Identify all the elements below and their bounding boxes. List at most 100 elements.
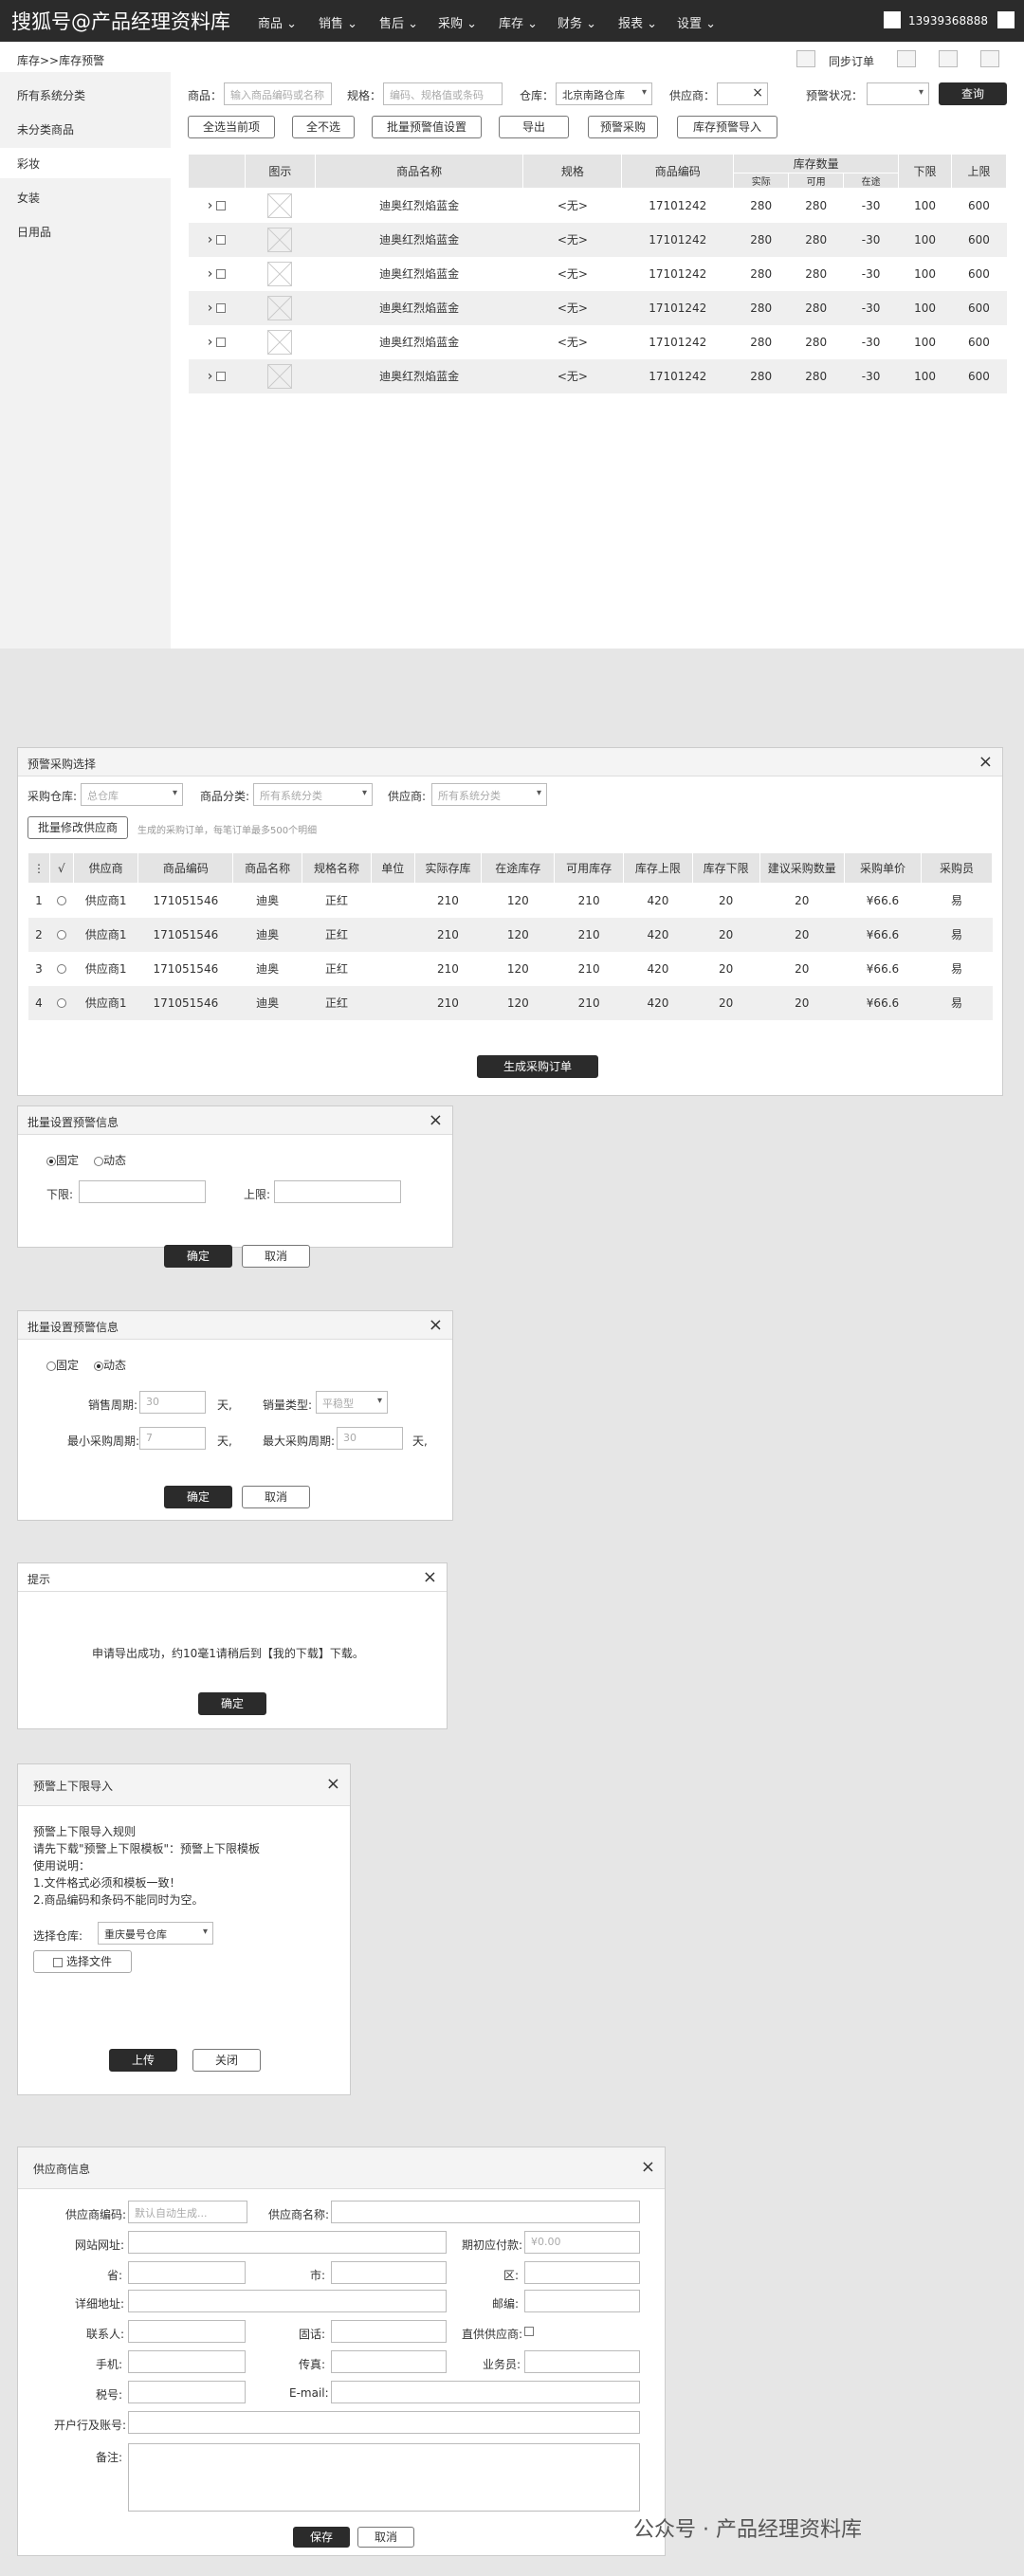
nav-goods[interactable]: 商品 ⌄ — [258, 13, 297, 31]
sidebar-item-womens[interactable]: 女装 — [17, 190, 40, 206]
batch-supplier-button[interactable]: 批量修改供应商 — [27, 816, 128, 839]
sales-type-select[interactable]: 平稳型 — [316, 1391, 388, 1414]
radio-checked[interactable] — [94, 1361, 103, 1371]
cancel-button[interactable]: 取消 — [357, 2527, 414, 2548]
radio-checked[interactable] — [46, 1156, 56, 1166]
user-menu-icon[interactable] — [997, 11, 1015, 28]
choose-file-button[interactable]: 选择文件 — [33, 1950, 132, 1973]
sidebar-item-makeup[interactable]: 彩妆 — [17, 155, 40, 172]
nav-reports[interactable]: 报表 ⌄ — [618, 13, 657, 31]
spec-input[interactable]: 编码、规格值或条码 — [383, 82, 503, 105]
batch-warn-button[interactable]: 批量预警值设置 — [372, 116, 482, 138]
remark-textarea[interactable] — [128, 2443, 640, 2512]
contact-input[interactable] — [128, 2320, 246, 2343]
row-checkbox[interactable] — [216, 269, 227, 279]
generate-order-button[interactable]: 生成采购订单 — [477, 1055, 598, 1078]
sidebar-item-all[interactable]: 所有系统分类 — [17, 87, 85, 103]
table-row[interactable]: › 迪奥红烈焰蓝金 <无> 17101242 280 280 -30 100 600 — [188, 324, 1007, 359]
nav-purchase[interactable]: 采购 ⌄ — [438, 13, 477, 31]
nav-settings[interactable]: 设置 ⌄ — [677, 13, 716, 31]
export-button[interactable]: 导出 — [499, 116, 569, 138]
toolbar-icon[interactable] — [897, 50, 916, 67]
city-input[interactable] — [331, 2261, 447, 2284]
zip-input[interactable] — [524, 2290, 640, 2312]
chevron-right-icon[interactable]: › — [208, 301, 213, 316]
table-row[interactable]: 1 供应商1 171051546 迪奥 正红 210 120 210 420 20 20 ¥66.6… — [27, 883, 993, 918]
name-input[interactable] — [331, 2201, 640, 2223]
clear-icon[interactable]: × — [752, 85, 763, 100]
close-icon[interactable]: × — [429, 1110, 443, 1130]
warehouse-select[interactable]: 北京南路仓库 — [556, 82, 652, 105]
supplier-input[interactable]: × — [717, 82, 768, 105]
email-input[interactable] — [331, 2381, 640, 2403]
table-row[interactable]: › 迪奥红烈焰蓝金 <无> 17101242 280 280 -30 100 600 — [188, 188, 1007, 223]
district-input[interactable] — [524, 2261, 640, 2284]
import-warehouse-select[interactable]: 重庆曼号仓库 — [98, 1922, 213, 1945]
table-row[interactable]: › 迪奥红烈焰蓝金 <无> 17101242 280 280 -30 100 600 — [188, 358, 1007, 393]
chevron-right-icon[interactable]: › — [208, 369, 213, 384]
direct-supplier-checkbox[interactable] — [524, 2324, 534, 2337]
lower-input[interactable] — [79, 1180, 206, 1203]
select-all-button[interactable]: 全选当前项 — [188, 116, 275, 138]
close-icon[interactable]: × — [641, 2157, 655, 2177]
fax-input[interactable] — [331, 2350, 447, 2373]
code-input[interactable]: 默认自动生成... — [128, 2201, 247, 2223]
row-radio[interactable] — [56, 964, 66, 974]
max-period-input[interactable]: 30 — [337, 1427, 403, 1450]
row-checkbox[interactable] — [216, 235, 227, 245]
row-radio[interactable] — [56, 896, 66, 906]
sync-orders-label[interactable]: 同步订单 — [829, 53, 874, 69]
province-input[interactable] — [128, 2261, 246, 2284]
table-row[interactable]: 3 供应商1 171051546 迪奥 正红 210 120 210 420 20 20 ¥66.6… — [27, 951, 993, 986]
sidebar-item-uncategorized[interactable]: 未分类商品 — [17, 121, 74, 137]
sync-icon[interactable] — [796, 50, 815, 67]
row-checkbox[interactable] — [216, 303, 227, 313]
close-icon[interactable]: × — [429, 1315, 443, 1335]
radio-unchecked[interactable] — [94, 1156, 103, 1166]
salesman-input[interactable] — [524, 2350, 640, 2373]
col-menu[interactable]: ⋮ — [27, 852, 50, 884]
nav-sales[interactable]: 销售 ⌄ — [319, 13, 357, 31]
nav-finance[interactable]: 财务 ⌄ — [558, 13, 596, 31]
purchase-warehouse-select[interactable]: 总仓库 — [81, 783, 183, 806]
confirm-button[interactable]: 确定 — [198, 1692, 266, 1715]
row-checkbox[interactable] — [216, 338, 227, 347]
warn-import-button[interactable]: 库存预警导入 — [677, 116, 777, 138]
nav-inventory[interactable]: 库存 ⌄ — [499, 13, 538, 31]
table-row[interactable]: › 迪奥红烈焰蓝金 <无> 17101242 280 280 -30 100 600 — [188, 222, 1007, 257]
user-phone[interactable]: 13939368888 — [908, 14, 988, 27]
table-row[interactable]: › 迪奥红烈焰蓝金 <无> 17101242 280 280 -30 100 600 — [188, 290, 1007, 325]
close-icon[interactable]: × — [978, 752, 993, 772]
table-row[interactable]: › 迪奥红烈焰蓝金 <无> 17101242 280 280 -30 100 600 — [188, 256, 1007, 291]
dynamic-radio-option[interactable]: 动态 — [94, 1357, 126, 1373]
radio-unchecked[interactable] — [46, 1361, 56, 1371]
tax-input[interactable] — [128, 2381, 246, 2403]
avatar[interactable] — [884, 11, 901, 28]
cancel-button[interactable]: 取消 — [242, 1486, 310, 1508]
cancel-button[interactable]: 取消 — [242, 1245, 310, 1268]
confirm-button[interactable]: 确定 — [164, 1245, 232, 1268]
purchase-supplier-select[interactable]: 所有系统分类 — [431, 783, 547, 806]
confirm-button[interactable]: 确定 — [164, 1486, 232, 1508]
mobile-input[interactable] — [128, 2350, 246, 2373]
chevron-right-icon[interactable]: › — [208, 335, 213, 350]
upper-input[interactable] — [274, 1180, 401, 1203]
close-button[interactable]: 关闭 — [192, 2049, 261, 2072]
close-icon[interactable]: × — [326, 1774, 340, 1794]
site-input[interactable] — [128, 2231, 447, 2254]
fixed-radio-option[interactable]: 固定 — [46, 1357, 79, 1373]
chevron-right-icon[interactable]: › — [208, 198, 213, 213]
fixed-radio-option[interactable]: 固定 — [46, 1152, 79, 1168]
min-period-input[interactable]: 7 — [139, 1427, 206, 1450]
warn-status-select[interactable] — [867, 82, 929, 105]
phone-input[interactable] — [331, 2320, 447, 2343]
nav-aftersale[interactable]: 售后 ⌄ — [379, 13, 418, 31]
checkbox-box[interactable] — [524, 2326, 534, 2336]
payable-input[interactable]: ¥0.00 — [524, 2231, 640, 2254]
warn-purchase-button[interactable]: 预警采购 — [588, 116, 658, 138]
deselect-all-button[interactable]: 全不选 — [292, 116, 355, 138]
row-radio[interactable] — [56, 998, 66, 1008]
chevron-right-icon[interactable]: › — [208, 266, 213, 282]
upload-button[interactable]: 上传 — [109, 2049, 177, 2072]
close-icon[interactable]: × — [423, 1567, 437, 1587]
